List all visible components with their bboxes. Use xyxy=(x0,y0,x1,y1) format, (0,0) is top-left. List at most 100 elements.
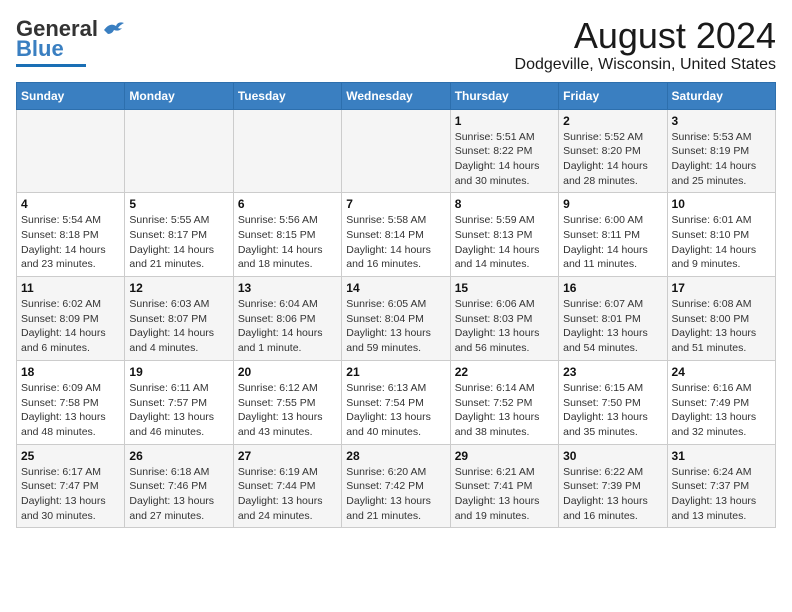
calendar-day-cell: 22 Sunrise: 6:14 AMSunset: 7:52 PMDayligh… xyxy=(450,360,558,444)
logo-underline xyxy=(16,64,86,67)
location-subtitle: Dodgeville, Wisconsin, United States xyxy=(515,56,776,74)
weekday-header-cell: Thursday xyxy=(450,82,558,109)
weekday-header-cell: Friday xyxy=(559,82,667,109)
day-number: 5 xyxy=(129,197,228,211)
day-info: Sunrise: 6:14 AMSunset: 7:52 PMDaylight:… xyxy=(455,381,554,440)
weekday-header-cell: Sunday xyxy=(17,82,125,109)
day-info: Sunrise: 6:20 AMSunset: 7:42 PMDaylight:… xyxy=(346,465,445,524)
day-info: Sunrise: 6:06 AMSunset: 8:03 PMDaylight:… xyxy=(455,297,554,356)
calendar-day-cell: 3Sunrise: 5:53 AMSunset: 8:19 PMDaylight… xyxy=(667,109,775,193)
day-number: 23 xyxy=(563,365,662,379)
day-info: Sunrise: 6:18 AMSunset: 7:46 PMDaylight:… xyxy=(129,465,228,524)
calendar-day-cell xyxy=(233,109,341,193)
day-number: 10 xyxy=(672,197,771,211)
day-info: Sunrise: 6:00 AMSunset: 8:11 PMDaylight:… xyxy=(563,213,662,272)
day-number: 18 xyxy=(21,365,120,379)
calendar-day-cell: 4Sunrise: 5:54 AMSunset: 8:18 PMDaylight… xyxy=(17,193,125,277)
calendar-day-cell: 21Sunrise: 6:13 AMSunset: 7:54 PMDayligh… xyxy=(342,360,450,444)
day-info: Sunrise: 6:13 AMSunset: 7:54 PMDaylight:… xyxy=(346,381,445,440)
title-block: August 2024 Dodgeville, Wisconsin, Unite… xyxy=(515,16,776,74)
day-number: 26 xyxy=(129,449,228,463)
calendar-day-cell: 27 Sunrise: 6:19 AMSunset: 7:44 PMDayligh… xyxy=(233,444,341,528)
calendar-day-cell: 24Sunrise: 6:16 AMSunset: 7:49 PMDayligh… xyxy=(667,360,775,444)
day-info: Sunrise: 5:59 AMSunset: 8:13 PMDaylight:… xyxy=(455,213,554,272)
day-info: Sunrise: 6:24 AMSunset: 7:37 PMDaylight:… xyxy=(672,465,771,524)
day-info: Sunrise: 5:54 AMSunset: 8:18 PMDaylight:… xyxy=(21,213,120,272)
calendar-week-row: 1 Sunrise: 5:51 AMSunset: 8:22 PMDaylight… xyxy=(17,109,776,193)
day-number: 24 xyxy=(672,365,771,379)
calendar-week-row: 4Sunrise: 5:54 AMSunset: 8:18 PMDaylight… xyxy=(17,193,776,277)
calendar-day-cell: 9 Sunrise: 6:00 AMSunset: 8:11 PMDaylight… xyxy=(559,193,667,277)
day-info: Sunrise: 6:08 AMSunset: 8:00 PMDaylight:… xyxy=(672,297,771,356)
calendar-day-cell: 20 Sunrise: 6:12 AMSunset: 7:55 PMDayligh… xyxy=(233,360,341,444)
calendar-day-cell: 12 Sunrise: 6:03 AMSunset: 8:07 PMDayligh… xyxy=(125,277,233,361)
calendar-day-cell: 26 Sunrise: 6:18 AMSunset: 7:46 PMDayligh… xyxy=(125,444,233,528)
calendar-day-cell: 5Sunrise: 5:55 AMSunset: 8:17 PMDaylight… xyxy=(125,193,233,277)
calendar-day-cell: 30 Sunrise: 6:22 AMSunset: 7:39 PMDayligh… xyxy=(559,444,667,528)
day-number: 9 xyxy=(563,197,662,211)
calendar-week-row: 25 Sunrise: 6:17 AMSunset: 7:47 PMDayligh… xyxy=(17,444,776,528)
day-number: 2 xyxy=(563,114,662,128)
day-info: Sunrise: 6:07 AMSunset: 8:01 PMDaylight:… xyxy=(563,297,662,356)
weekday-header-cell: Tuesday xyxy=(233,82,341,109)
day-number: 8 xyxy=(455,197,554,211)
day-info: Sunrise: 6:19 AMSunset: 7:44 PMDaylight:… xyxy=(238,465,337,524)
day-info: Sunrise: 6:05 AMSunset: 8:04 PMDaylight:… xyxy=(346,297,445,356)
day-info: Sunrise: 6:15 AMSunset: 7:50 PMDaylight:… xyxy=(563,381,662,440)
calendar-body: 1 Sunrise: 5:51 AMSunset: 8:22 PMDaylight… xyxy=(17,109,776,528)
day-number: 15 xyxy=(455,281,554,295)
calendar-day-cell: 31 Sunrise: 6:24 AMSunset: 7:37 PMDayligh… xyxy=(667,444,775,528)
day-number: 19 xyxy=(129,365,228,379)
calendar-day-cell: 10Sunrise: 6:01 AMSunset: 8:10 PMDayligh… xyxy=(667,193,775,277)
calendar-day-cell: 16 Sunrise: 6:07 AMSunset: 8:01 PMDayligh… xyxy=(559,277,667,361)
calendar-day-cell xyxy=(17,109,125,193)
day-number: 20 xyxy=(238,365,337,379)
logo: General Blue xyxy=(16,16,124,67)
day-info: Sunrise: 6:22 AMSunset: 7:39 PMDaylight:… xyxy=(563,465,662,524)
logo-blue-text: Blue xyxy=(16,36,64,62)
calendar-day-cell: 1 Sunrise: 5:51 AMSunset: 8:22 PMDaylight… xyxy=(450,109,558,193)
day-number: 25 xyxy=(21,449,120,463)
day-info: Sunrise: 6:02 AMSunset: 8:09 PMDaylight:… xyxy=(21,297,120,356)
day-number: 30 xyxy=(563,449,662,463)
day-number: 27 xyxy=(238,449,337,463)
day-info: Sunrise: 6:04 AMSunset: 8:06 PMDaylight:… xyxy=(238,297,337,356)
calendar-day-cell: 25 Sunrise: 6:17 AMSunset: 7:47 PMDayligh… xyxy=(17,444,125,528)
day-info: Sunrise: 6:17 AMSunset: 7:47 PMDaylight:… xyxy=(21,465,120,524)
day-number: 1 xyxy=(455,114,554,128)
day-number: 11 xyxy=(21,281,120,295)
calendar-week-row: 11 Sunrise: 6:02 AMSunset: 8:09 PMDayligh… xyxy=(17,277,776,361)
day-info: Sunrise: 6:09 AMSunset: 7:58 PMDaylight:… xyxy=(21,381,120,440)
calendar-day-cell xyxy=(342,109,450,193)
day-number: 14 xyxy=(346,281,445,295)
calendar-day-cell: 8 Sunrise: 5:59 AMSunset: 8:13 PMDaylight… xyxy=(450,193,558,277)
day-number: 22 xyxy=(455,365,554,379)
day-number: 16 xyxy=(563,281,662,295)
month-year-title: August 2024 xyxy=(515,16,776,56)
calendar-day-cell: 2Sunrise: 5:52 AMSunset: 8:20 PMDaylight… xyxy=(559,109,667,193)
calendar-day-cell: 15 Sunrise: 6:06 AMSunset: 8:03 PMDayligh… xyxy=(450,277,558,361)
day-info: Sunrise: 5:51 AMSunset: 8:22 PMDaylight:… xyxy=(455,130,554,189)
logo-bird-icon xyxy=(102,20,124,38)
calendar-table: SundayMondayTuesdayWednesdayThursdayFrid… xyxy=(16,82,776,529)
day-info: Sunrise: 6:03 AMSunset: 8:07 PMDaylight:… xyxy=(129,297,228,356)
day-number: 28 xyxy=(346,449,445,463)
page-header: General Blue August 2024 Dodgeville, Wis… xyxy=(16,16,776,74)
day-info: Sunrise: 6:21 AMSunset: 7:41 PMDaylight:… xyxy=(455,465,554,524)
day-info: Sunrise: 5:53 AMSunset: 8:19 PMDaylight:… xyxy=(672,130,771,189)
calendar-day-cell: 28 Sunrise: 6:20 AMSunset: 7:42 PMDayligh… xyxy=(342,444,450,528)
weekday-header-row: SundayMondayTuesdayWednesdayThursdayFrid… xyxy=(17,82,776,109)
day-number: 12 xyxy=(129,281,228,295)
day-number: 29 xyxy=(455,449,554,463)
day-number: 13 xyxy=(238,281,337,295)
day-number: 31 xyxy=(672,449,771,463)
day-info: Sunrise: 6:12 AMSunset: 7:55 PMDaylight:… xyxy=(238,381,337,440)
calendar-week-row: 18 Sunrise: 6:09 AMSunset: 7:58 PMDayligh… xyxy=(17,360,776,444)
calendar-day-cell xyxy=(125,109,233,193)
weekday-header-cell: Wednesday xyxy=(342,82,450,109)
calendar-day-cell: 13 Sunrise: 6:04 AMSunset: 8:06 PMDayligh… xyxy=(233,277,341,361)
day-info: Sunrise: 6:11 AMSunset: 7:57 PMDaylight:… xyxy=(129,381,228,440)
calendar-day-cell: 19 Sunrise: 6:11 AMSunset: 7:57 PMDayligh… xyxy=(125,360,233,444)
calendar-day-cell: 7Sunrise: 5:58 AMSunset: 8:14 PMDaylight… xyxy=(342,193,450,277)
calendar-day-cell: 6Sunrise: 5:56 AMSunset: 8:15 PMDaylight… xyxy=(233,193,341,277)
